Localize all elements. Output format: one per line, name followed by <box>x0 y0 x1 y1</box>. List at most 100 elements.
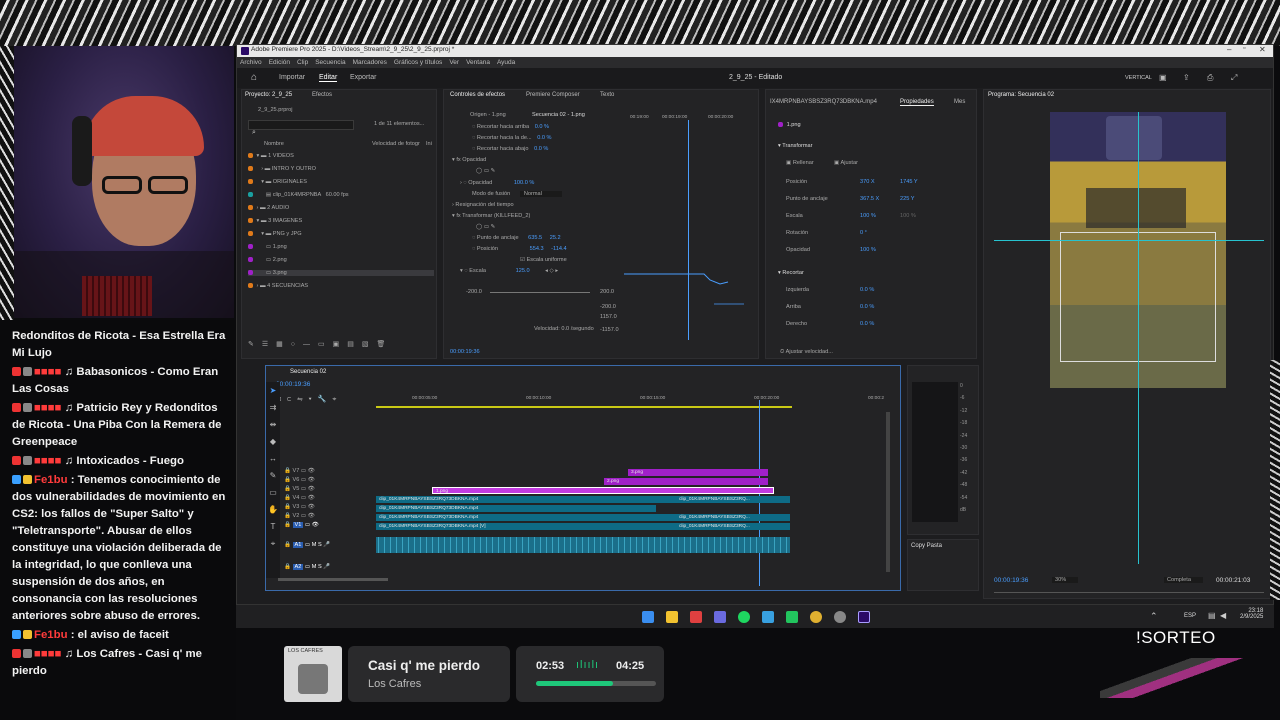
column-fps[interactable]: Velocidad de fotogr <box>372 141 420 147</box>
track-header-v4[interactable]: 🔒 V4 ▭ 👁 <box>284 495 315 501</box>
tab-texto[interactable]: Texto <box>600 92 614 98</box>
menu-ventana[interactable]: Ventana <box>466 59 490 66</box>
timeline-clip-v4b[interactable]: clip_01K4MRPNBAYSBSZ3RQ... <box>676 496 790 503</box>
transform-section[interactable]: ▾ Transformar <box>778 143 813 149</box>
prop-row[interactable]: ☑ Escala uniforme <box>520 257 567 263</box>
tree-item[interactable]: ▾ ▬ ORIGINALES <box>248 179 307 185</box>
timeline-timecode[interactable]: 00:00:19:36 <box>276 381 310 388</box>
prop-value[interactable]: 100 % <box>860 213 876 219</box>
prop-value[interactable]: 367.5 X <box>860 196 879 202</box>
program-timecode[interactable]: 00:00:19:36 <box>994 577 1028 584</box>
program-title[interactable]: Programa: Secuencia 02 <box>988 92 1054 98</box>
tray-chevron-icon[interactable]: ⌃ <box>1150 611 1158 622</box>
timeline-horizontal-scrollbar[interactable] <box>278 578 388 581</box>
app-icon[interactable] <box>714 611 726 623</box>
project-toolbar[interactable]: ✎☰▦○—▭▣▤▧🗑 <box>248 340 428 348</box>
menu-ayuda[interactable]: Ayuda <box>497 59 515 66</box>
fill-button[interactable]: ▣ Rellenar <box>786 160 814 166</box>
menu-marcadores[interactable]: Marcadores <box>353 59 387 66</box>
prop-value[interactable]: 1745 Y <box>900 179 918 185</box>
crop-value[interactable]: 0.0 % <box>860 304 874 310</box>
prop-row[interactable]: ▾ fx Transformar (KILLFEED_2) <box>452 213 530 219</box>
sequence-dropdown[interactable]: Secuencia 02 - 1.png <box>532 112 585 118</box>
ec-timecode[interactable]: 00:00:19:36 <box>450 349 480 355</box>
audio-clip-a1[interactable] <box>376 537 790 553</box>
maximize-icon[interactable]: ▫ <box>1243 45 1245 52</box>
track-header-a2[interactable]: 🔒 A2 ▭ M S 🎤 <box>284 564 330 570</box>
close-icon[interactable]: ✕ <box>1259 45 1266 54</box>
chrome-icon[interactable] <box>810 611 822 623</box>
tree-item[interactable]: ▤ clip_01K4MRPNBA 60.00 fps <box>248 192 349 198</box>
layout-icon[interactable]: ▣ <box>1159 73 1167 82</box>
track-header-a1[interactable]: 🔒 A1 ▭ M S 🎤 <box>284 542 330 548</box>
timeline-clip-v3[interactable]: clip_01K4MRPNBAYSBSZ3RQ73DBKNA.mp4 <box>376 505 656 512</box>
prop-value[interactable]: 0 ° <box>860 230 867 236</box>
project-search-input[interactable]: ⌕ <box>248 120 354 136</box>
timeline-clip-3png[interactable]: 3.png <box>628 469 768 476</box>
timeline-vertical-scrollbar[interactable] <box>886 412 890 572</box>
quality-dropdown[interactable]: Completa <box>1164 577 1203 583</box>
clock[interactable]: 23:18 2/9/2025 <box>1240 608 1263 620</box>
prop-row[interactable]: ▾ fx Opacidad <box>452 157 486 163</box>
zoom-dropdown[interactable]: 30% <box>1052 577 1079 583</box>
prop-value[interactable]: 370 X <box>860 179 875 185</box>
tab-effects[interactable]: Efectos <box>312 92 332 98</box>
app-icon[interactable] <box>834 611 846 623</box>
prop-value[interactable]: 225 Y <box>900 196 915 202</box>
track-header-v1[interactable]: 🔒 V1 ▭ 👁 <box>284 522 319 528</box>
menu-secuencia[interactable]: Secuencia <box>315 59 345 66</box>
tree-item[interactable]: › ▬ 2 AUDIO <box>248 205 289 211</box>
app-icon[interactable] <box>690 611 702 623</box>
timeline-clip-1png[interactable]: 1.png <box>432 487 774 494</box>
quick-export-icon[interactable]: ⎙ <box>1207 73 1213 83</box>
track-header-v2[interactable]: 🔒 V2 ▭ 👁 <box>284 513 315 519</box>
crop-value[interactable]: 0.0 % <box>860 287 874 293</box>
timeline-clip-v1b[interactable]: clip_01K4MRPNBAYSBSZ3RQ... <box>676 523 790 530</box>
column-name[interactable]: Nombre <box>264 141 284 147</box>
start-icon[interactable] <box>642 611 654 623</box>
language-indicator[interactable]: ESP <box>1184 613 1196 619</box>
app-icon[interactable] <box>762 611 774 623</box>
timeline-clip-2png[interactable]: 2.png <box>604 478 768 485</box>
menu-ver[interactable]: Ver <box>449 59 459 66</box>
menu-clip[interactable]: Clip <box>297 59 308 66</box>
workspace-editar[interactable]: Editar <box>319 74 338 82</box>
tab-premiere-composer[interactable]: Premiere Composer <box>526 92 580 98</box>
timeline-clip-v4[interactable]: clip_01K4MRPNBAYSBSZ3RQ73DBKNA.mp4 <box>376 496 676 503</box>
volume-icon[interactable]: ◀ <box>1220 611 1226 620</box>
tab-sequence[interactable]: Secuencia 02 <box>290 369 326 375</box>
workspace-vertical[interactable]: VERTICAL <box>1125 75 1152 81</box>
share-icon[interactable]: ⇪ <box>1183 73 1190 82</box>
tree-item-selected[interactable]: ▭ 3.png <box>248 270 434 276</box>
tab-metadata[interactable]: Mes <box>954 99 965 105</box>
source-label[interactable]: Origen - 1.png <box>470 112 506 118</box>
scale-slider[interactable] <box>490 292 590 293</box>
crop-section[interactable]: ▾ Recortar <box>778 270 804 276</box>
track-header-v7[interactable]: 🔒 V7 ▭ 👁 <box>284 468 315 474</box>
layer-row[interactable]: 1.png <box>778 122 801 128</box>
program-scrubber[interactable] <box>994 592 1264 593</box>
menu-archivo[interactable]: Archivo <box>240 59 262 66</box>
spotify-icon[interactable] <box>738 611 750 623</box>
prop-row[interactable]: › Resignación del tiempo <box>452 202 514 208</box>
work-area-bar[interactable] <box>376 406 792 408</box>
workspace-importar[interactable]: Importar <box>279 74 305 81</box>
tools-panel[interactable]: ➤ ⇉ ⇹ ◆ ↔ ✎ ▭ ✋ T ⌖ <box>266 382 280 578</box>
tree-item[interactable]: ▾ ▬ 1 VIDEOS <box>248 153 294 159</box>
prop-value[interactable]: 100 % <box>860 247 876 253</box>
tab-properties[interactable]: Propiedades <box>900 99 934 106</box>
mask-icons[interactable]: ◯ ▭ ✎ <box>476 168 495 174</box>
tab-project[interactable]: Proyecto: 2_9_25 <box>245 92 292 98</box>
track-header-v5[interactable]: 🔒 V5 ▭ 👁 <box>284 486 315 492</box>
mask-icons[interactable]: ◯ ▭ ✎ <box>476 224 495 230</box>
premiere-taskbar-icon[interactable] <box>858 611 870 623</box>
copy-pasta-title[interactable]: Copy Pasta <box>911 543 942 549</box>
fullscreen-icon[interactable]: ⤢ <box>1231 73 1237 83</box>
column-start[interactable]: Ini <box>426 141 432 147</box>
track-header-v6[interactable]: 🔒 V6 ▭ 👁 <box>284 477 315 483</box>
timeline-tools[interactable]: ⧉⊂⇋▾🔧⌖ <box>276 395 360 405</box>
crop-value[interactable]: 0.0 % <box>860 321 874 327</box>
timeline-clip-v2b[interactable]: clip_01K4MRPNBAYSBSZ3RQ... <box>676 514 790 521</box>
workspace-exportar[interactable]: Exportar <box>350 74 376 81</box>
home-icon[interactable]: ⌂ <box>251 72 257 83</box>
